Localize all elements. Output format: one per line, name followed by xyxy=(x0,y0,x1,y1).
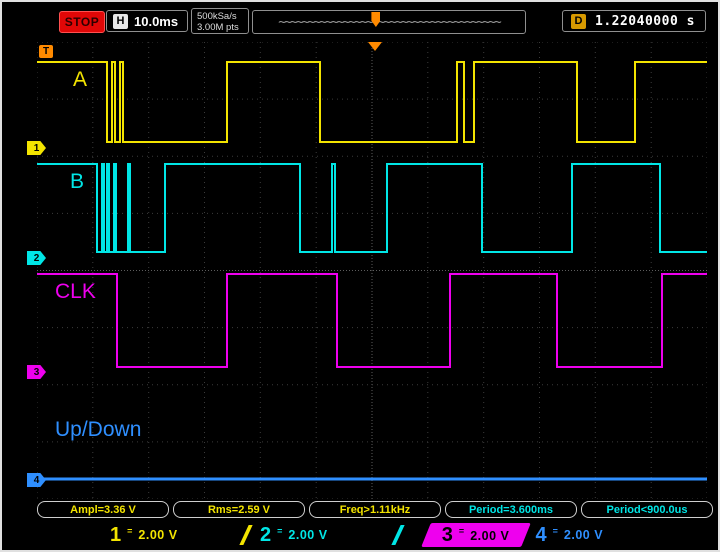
channel-scale: 2.00 V xyxy=(470,528,509,542)
channel-2-status[interactable]: 2 = 2.00 V xyxy=(260,522,394,548)
coupling-icon: = xyxy=(553,526,558,536)
trace-label-A: A xyxy=(73,68,87,92)
run-stop-status[interactable]: STOP xyxy=(59,11,105,33)
trace-CLK xyxy=(37,274,707,367)
measurement-2: Rms=2.59 V xyxy=(173,501,305,518)
channel-status-bar: 1 = 2.00 V 2 = 2.00 V 3 = 2.00 V 4 = 2.00 V xyxy=(2,520,718,550)
trace-label-B: B xyxy=(70,170,84,194)
measurement-4: Period=3.600ms xyxy=(445,501,577,518)
delay-box[interactable]: D 1.22040000 s xyxy=(562,10,706,32)
channel-1-status[interactable]: 1 = 2.00 V xyxy=(110,522,242,548)
sample-rate-box: 500kSa/s 3.00M pts xyxy=(191,8,249,34)
channel-3-status[interactable]: 3 = 2.00 V xyxy=(421,523,530,547)
measurement-3: Freq>1.11kHz xyxy=(309,501,441,518)
oscilloscope-screen: STOP H 10.0ms 500kSa/s 3.00M pts ~~~~~~~… xyxy=(0,0,720,552)
memory-depth: 3.00M pts xyxy=(197,22,243,33)
preview-waveform: ~~~~~~~~~~~~~~~~~~~~~~~~~~~~~~~~~~~~~~ xyxy=(278,15,499,30)
timebase-box[interactable]: H 10.0ms xyxy=(106,10,188,32)
trigger-source-marker[interactable]: T xyxy=(39,45,53,58)
trace-label-CLK: CLK xyxy=(55,280,96,304)
delay-value: 1.22040000 s xyxy=(595,14,695,29)
measurement-5: Period<900.0us xyxy=(581,501,713,518)
horizontal-icon: H xyxy=(113,14,128,29)
waveform-display: A B CLK Up/Down xyxy=(37,42,707,499)
channel-4-status[interactable]: 4 = 2.00 V xyxy=(536,522,646,548)
measurement-1: Ampl=3.36 V xyxy=(37,501,169,518)
coupling-icon: = xyxy=(459,526,464,536)
channel-number: 3 xyxy=(442,524,453,547)
channel-number: 1 xyxy=(110,524,121,547)
trigger-time-marker-icon[interactable] xyxy=(368,42,382,51)
channel-scale: 2.00 V xyxy=(564,528,603,542)
channel-scale: 2.00 V xyxy=(138,528,177,542)
timebase-value: 10.0ms xyxy=(134,14,178,29)
coupling-icon: = xyxy=(277,526,282,536)
waveform-preview-bar[interactable]: ~~~~~~~~~~~~~~~~~~~~~~~~~~~~~~~~~~~~~~ xyxy=(252,10,526,34)
trace-label-Up-Down: Up/Down xyxy=(55,418,141,442)
channel-scale: 2.00 V xyxy=(288,528,327,542)
sample-rate: 500kSa/s xyxy=(197,11,243,22)
delay-icon: D xyxy=(571,14,586,29)
channel-number: 4 xyxy=(536,524,547,547)
channel-number: 2 xyxy=(260,524,271,547)
coupling-icon: = xyxy=(127,526,132,536)
